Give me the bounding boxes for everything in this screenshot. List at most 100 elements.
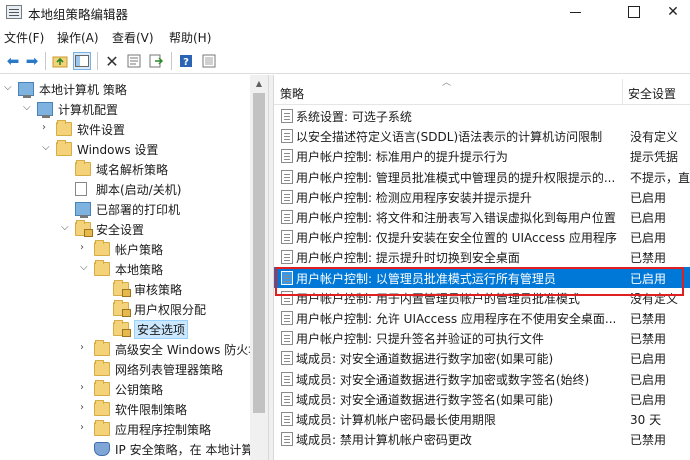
policy-setting-value: 已启用 — [630, 271, 667, 286]
tree-node-label: 应用程序控制策略 — [115, 423, 212, 437]
policy-setting-value: 已禁用 — [630, 251, 667, 266]
tree-node-label: 帐户策略 — [115, 243, 164, 257]
expand-chevron-icon[interactable]: › — [42, 123, 52, 133]
collapse-chevron-icon[interactable]: ⌵ — [23, 103, 33, 113]
scroll-up-icon[interactable]: ▲ — [250, 75, 268, 92]
policy-icon — [281, 391, 293, 406]
expand-chevron-icon[interactable]: › — [80, 403, 90, 413]
policy-row[interactable]: 域成员: 对安全通道数据进行数字加密(如果可能) 已启用 — [274, 347, 690, 368]
policy-row[interactable]: 系统设置: 可选子系统 — [274, 105, 690, 126]
view-icon[interactable] — [200, 52, 218, 70]
help-icon[interactable]: ? — [177, 52, 195, 70]
expand-chevron-icon[interactable]: › — [80, 343, 90, 353]
policy-name: 域成员: 对安全通道数据进行数字加密(如果可能) — [296, 352, 554, 367]
tree-node[interactable]: › 软件设置 — [0, 119, 250, 139]
policy-setting-value: 已启用 — [630, 211, 667, 225]
policy-row[interactable]: 用户帐户控制: 允许 UIAccess 应用程序在不使用安全桌面... 已禁用 — [274, 307, 690, 328]
policy-icon — [281, 149, 293, 164]
tree-node-label: 安全设置 — [96, 223, 145, 237]
policy-icon — [281, 129, 293, 144]
folder-icon — [75, 160, 91, 176]
menu-view[interactable]: 查看(V) — [112, 29, 154, 46]
tree-node[interactable]: › 帐户策略 — [0, 239, 250, 259]
tree-node[interactable]: 安全选项 — [0, 319, 250, 339]
minimize-button[interactable] — [553, 0, 599, 26]
policy-row[interactable]: 用户帐户控制: 仅提升安装在安全位置的 UIAccess 应用程序 已启用 — [274, 226, 690, 247]
policy-row[interactable]: 域成员: 对安全通道数据进行数字签名(如果可能) 已启用 — [274, 388, 690, 409]
tree-node[interactable]: › 应用程序控制策略 — [0, 419, 250, 439]
collapse-chevron-icon[interactable]: ⌵ — [61, 223, 71, 233]
tree-node[interactable]: ⌵ 本地策略 — [0, 259, 250, 279]
policy-row[interactable]: 用户帐户控制: 用于内置管理员帐户的管理员批准模式 没有定义 — [274, 287, 690, 308]
column-header-security-setting[interactable]: 安全设置 — [628, 85, 676, 102]
policy-name: 域成员: 对安全通道数据进行数字签名(如果可能) — [296, 392, 554, 407]
tree-node[interactable]: 网络列表管理器策略 — [0, 359, 250, 379]
tree-node[interactable]: 脚本(启动/关机) — [0, 179, 250, 199]
policy-row[interactable]: 用户帐户控制: 检测应用程序安装并提示提升 已启用 — [274, 186, 690, 207]
tree-node-label: 安全选项 — [134, 320, 189, 339]
tree-node[interactable]: › 软件限制策略 — [0, 399, 250, 419]
up-folder-icon[interactable] — [51, 52, 69, 70]
policy-icon — [281, 351, 293, 366]
tree-node[interactable]: 用户权限分配 — [0, 299, 250, 319]
policy-row[interactable]: 域成员: 对安全通道数据进行数字加密或数字签名(始终) 已启用 — [274, 368, 690, 389]
tree-node[interactable]: ⌵ 本地计算机 策略 — [0, 79, 250, 99]
policy-icon — [281, 371, 293, 386]
collapse-chevron-icon[interactable]: ⌵ — [4, 83, 14, 93]
collapse-chevron-icon[interactable]: ⌵ — [42, 143, 52, 153]
policy-setting-value: 已禁用 — [630, 433, 667, 448]
policy-row[interactable]: 用户帐户控制: 将文件和注册表写入错误虚拟化到每用户位置 已启用 — [274, 206, 690, 227]
tree-node[interactable]: ⌵ 安全设置 — [0, 219, 250, 239]
menu-help[interactable]: 帮助(H) — [169, 29, 211, 46]
policy-setting-value: 不提示，直 — [630, 170, 690, 185]
folder-icon — [94, 400, 110, 416]
column-header-policy[interactable]: 策略 — [280, 85, 304, 102]
policy-name: 用户帐户控制: 检测应用程序安装并提示提升 — [296, 190, 532, 205]
tree-node[interactable]: 域名解析策略 — [0, 159, 250, 179]
tree-node-label: 本地计算机 策略 — [39, 83, 127, 97]
policy-row[interactable]: 用户帐户控制: 管理员批准模式中管理员的提升权限提示的... 不提示，直 — [274, 166, 690, 187]
tree-scrollbar[interactable]: ▲ — [250, 75, 268, 460]
expand-chevron-icon[interactable]: › — [80, 423, 90, 433]
script-icon — [75, 182, 87, 196]
delete-icon[interactable]: ✕ — [103, 52, 121, 71]
back-arrow-icon[interactable]: ⬅ — [4, 52, 22, 70]
folder-lock-icon — [113, 320, 131, 337]
tree-node[interactable]: › 高级安全 Windows 防火墙 — [0, 339, 260, 359]
policy-row[interactable]: 域成员: 禁用计算机帐户密码更改 已禁用 — [274, 428, 690, 449]
scroll-thumb[interactable] — [253, 93, 265, 413]
column-divider[interactable] — [622, 79, 623, 105]
policy-row[interactable]: 用户帐户控制: 只提升签名并验证的可执行文件 已禁用 — [274, 327, 690, 348]
policy-icon — [281, 210, 293, 224]
tree-node[interactable]: ⌵ 计算机配置 — [0, 99, 250, 119]
policy-icon — [281, 290, 293, 305]
policy-name: 用户帐户控制: 标准用户的提升提示行为 — [296, 150, 508, 165]
menu-file[interactable]: 文件(F) — [4, 29, 44, 46]
policy-row[interactable]: 用户帐户控制: 以管理员批准模式运行所有管理员 已启用 — [274, 266, 690, 288]
close-button[interactable]: ✕ — [650, 0, 690, 26]
tree-node[interactable]: IP 安全策略，在 本地计算机 — [0, 439, 265, 459]
policy-setting-value: 已启用 — [630, 231, 667, 246]
folder-icon — [94, 340, 110, 356]
policy-setting-value: 30 天 — [630, 413, 662, 427]
tree-node[interactable]: ⌵ Windows 设置 — [0, 139, 250, 159]
properties-icon[interactable] — [125, 52, 143, 70]
policy-row[interactable]: 以安全描述符定义语言(SDDL)语法表示的计算机访问限制 没有定义 — [274, 125, 690, 146]
show-hide-tree-icon[interactable] — [73, 52, 91, 70]
policy-row[interactable]: 域成员: 计算机帐户密码最长使用期限 30 天 — [274, 408, 690, 429]
expand-chevron-icon[interactable]: › — [80, 383, 90, 393]
tree-node[interactable]: › 公钥策略 — [0, 379, 250, 399]
policy-row[interactable]: 用户帐户控制: 提示提升时切换到安全桌面 已禁用 — [274, 246, 690, 267]
policy-row[interactable]: 用户帐户控制: 标准用户的提升提示行为 提示凭据 — [274, 145, 690, 166]
policy-name: 用户帐户控制: 允许 UIAccess 应用程序在不使用安全桌面... — [296, 312, 617, 326]
export-list-icon[interactable] — [147, 52, 165, 70]
tree-node[interactable]: 审核策略 — [0, 279, 250, 299]
folder-icon — [94, 260, 110, 276]
menu-action[interactable]: 操作(A) — [57, 29, 99, 46]
expand-chevron-icon[interactable]: › — [80, 243, 90, 253]
folder-icon — [94, 420, 110, 436]
forward-arrow-icon[interactable]: ➡ — [23, 52, 41, 70]
tree-node[interactable]: 已部署的打印机 — [0, 199, 250, 219]
collapse-chevron-icon[interactable]: ⌵ — [80, 263, 90, 273]
policy-icon — [281, 109, 293, 123]
